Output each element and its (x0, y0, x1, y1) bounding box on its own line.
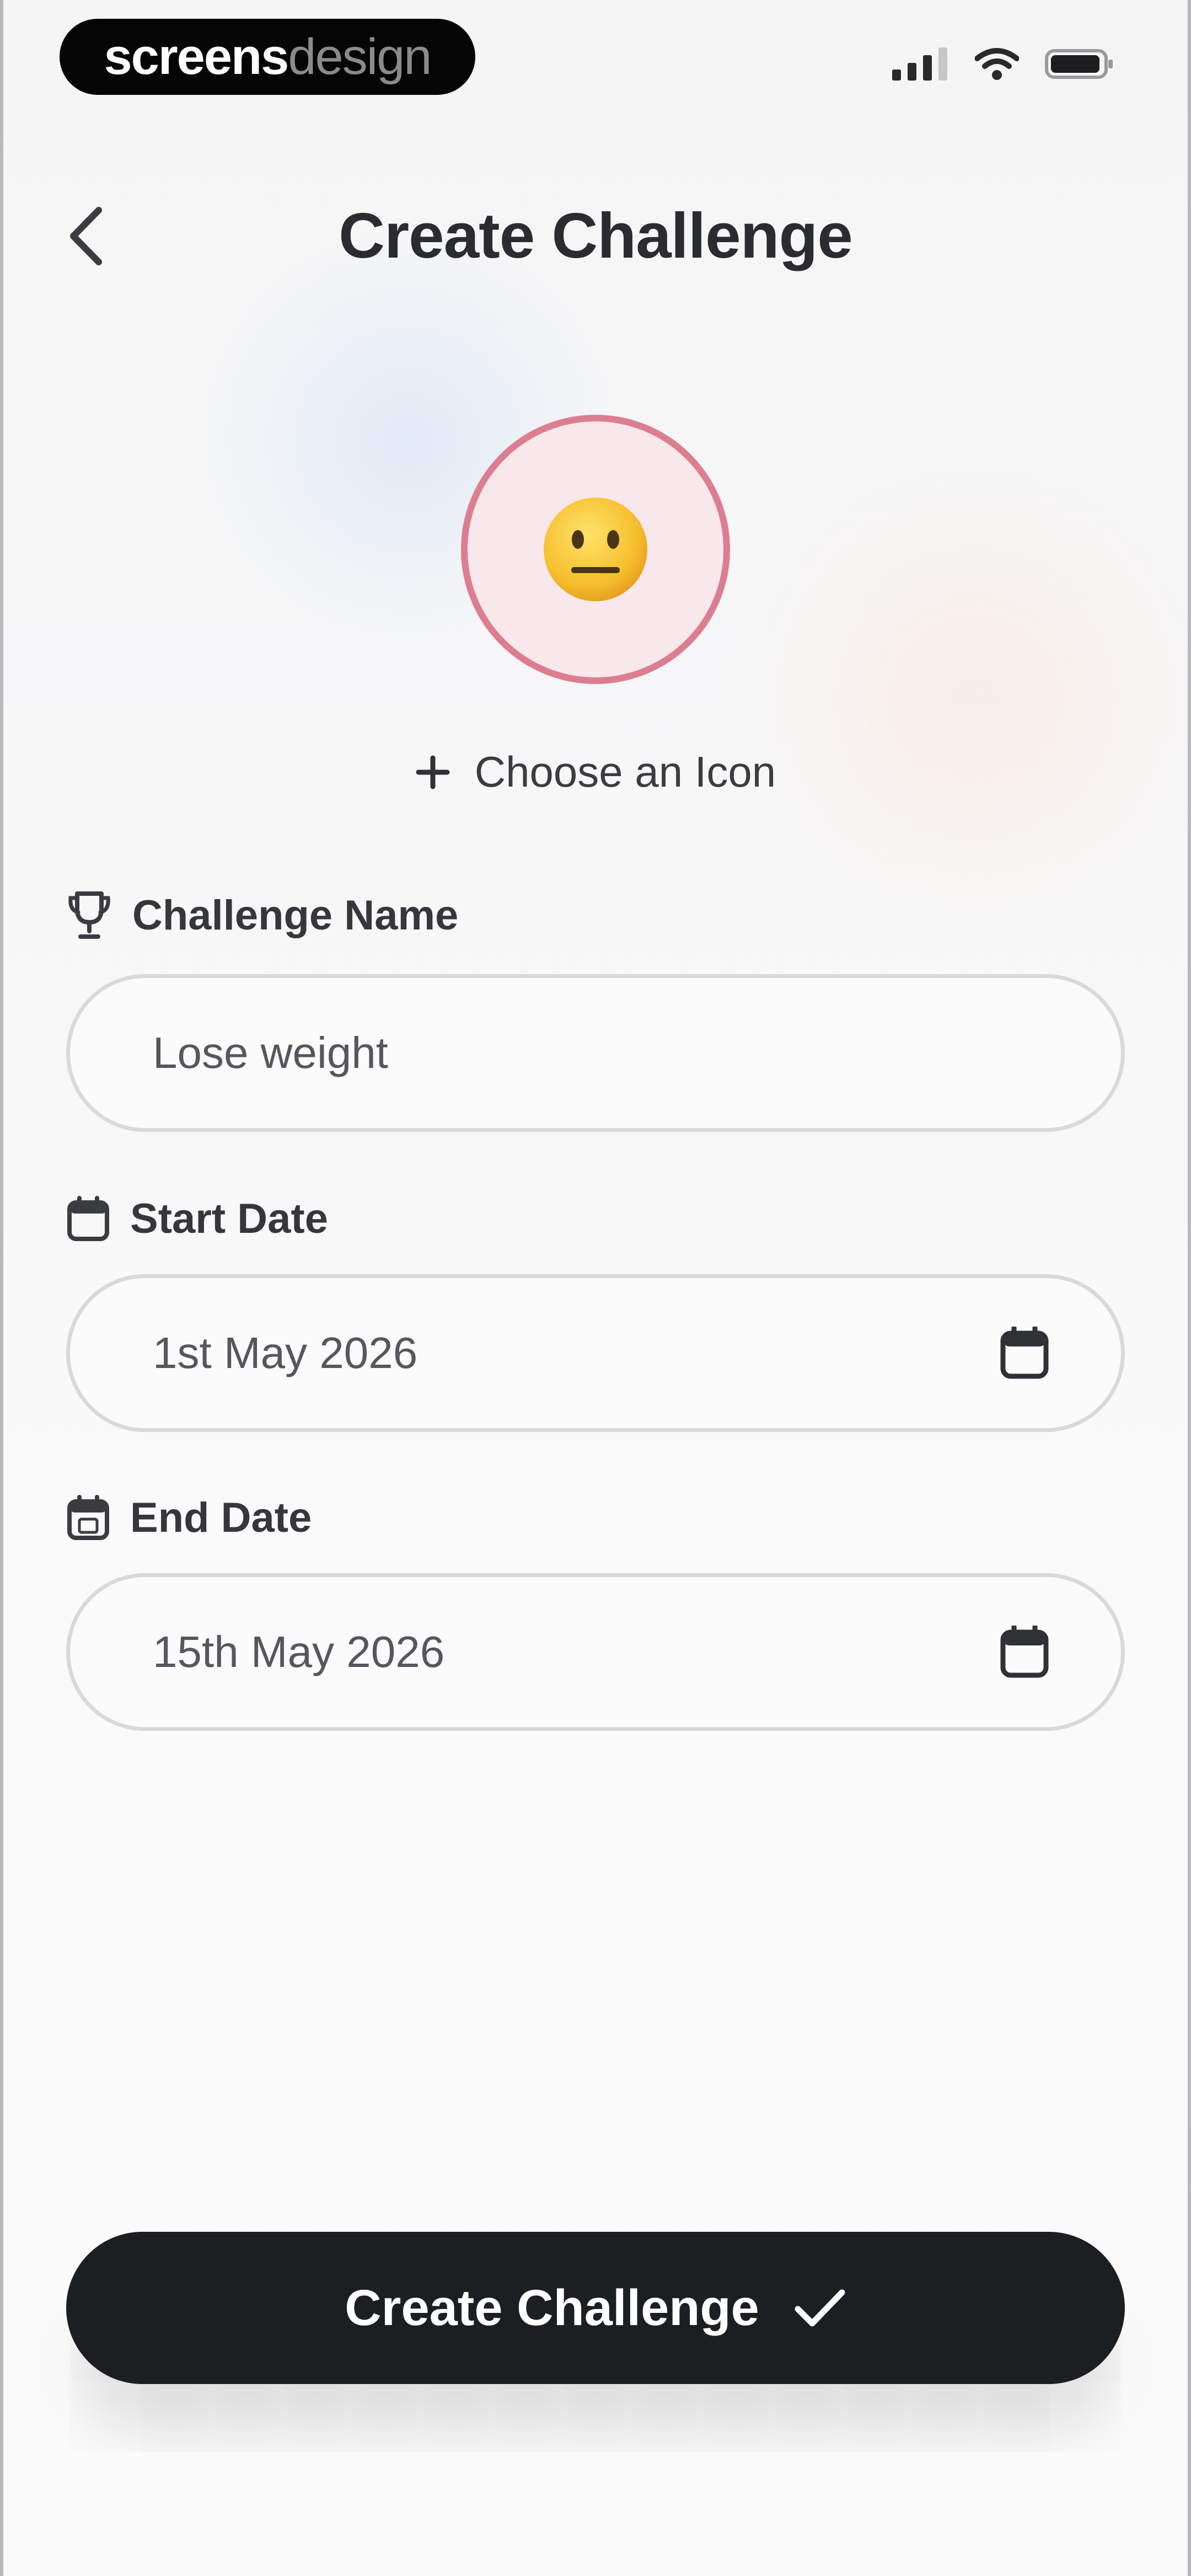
create-challenge-button[interactable]: Create Challenge (66, 2232, 1125, 2384)
calendar-icon (67, 1195, 109, 1241)
end-date-input[interactable]: 15th May 2026 (66, 1573, 1125, 1731)
plus-icon (416, 755, 450, 789)
start-date-value: 1st May 2026 (153, 1328, 418, 1377)
brand-watermark: screens design (60, 19, 475, 95)
end-date-value: 15th May 2026 (153, 1627, 445, 1676)
calendar-date-icon (67, 1494, 109, 1540)
start-date-input[interactable]: 1st May 2026 (66, 1274, 1125, 1432)
trophy-icon (68, 891, 110, 939)
brand-watermark-light: design (288, 28, 432, 85)
challenge-name-label-text: Challenge Name (132, 891, 459, 939)
choose-icon-button[interactable]: Choose an Icon (0, 747, 1191, 797)
challenge-name-label: Challenge Name (66, 890, 458, 940)
start-date-label-text: Start Date (130, 1195, 328, 1242)
checkmark-icon (795, 2289, 845, 2327)
page-title: Create Challenge (339, 200, 853, 271)
battery-icon (1045, 49, 1113, 79)
calendar-icon (1000, 1626, 1049, 1678)
create-challenge-button-label: Create Challenge (345, 2279, 759, 2336)
end-date-label: End Date (66, 1494, 312, 1542)
device-frame-right (1188, 0, 1191, 2576)
selected-icon-button[interactable] (461, 415, 730, 684)
neutral-face-emoji-icon (544, 498, 647, 601)
start-date-label: Start Date (66, 1195, 328, 1243)
challenge-name-input[interactable]: Lose weight (66, 974, 1125, 1132)
calendar-icon (1000, 1327, 1049, 1379)
end-date-label-text: End Date (130, 1494, 312, 1541)
device-frame-left (0, 0, 3, 2576)
status-icons (892, 47, 1116, 81)
end-date-picker-button[interactable] (994, 1622, 1055, 1682)
wifi-icon (975, 48, 1019, 80)
choose-icon-label: Choose an Icon (474, 747, 776, 796)
challenge-name-value: Lose weight (153, 1028, 388, 1077)
cellular-signal-icon (892, 47, 947, 81)
start-date-picker-button[interactable] (994, 1323, 1055, 1383)
background-glow-peach (728, 452, 1191, 949)
brand-watermark-strong: screens (104, 28, 289, 85)
